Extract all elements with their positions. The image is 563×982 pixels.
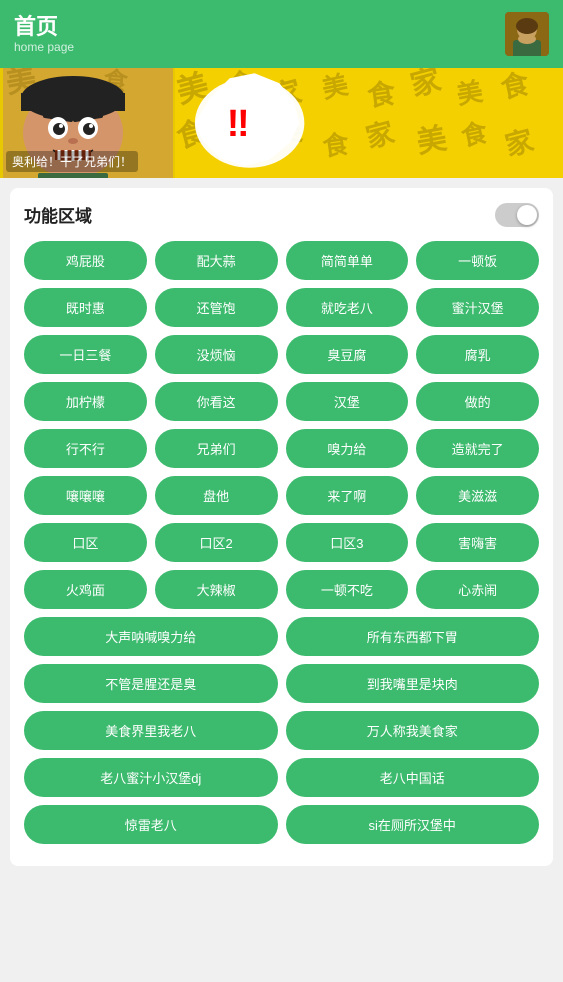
button-row-1: 鸡屁股 配大蒜 简简单单 一顿饭 xyxy=(24,241,539,280)
btn-peidasuan[interactable]: 配大蒜 xyxy=(155,241,278,280)
btn-yidun[interactable]: 一顿不吃 xyxy=(286,570,409,609)
button-row-3: 一日三餐 没烦恼 臭豆腐 腐乳 xyxy=(24,335,539,374)
page-title: 首页 xyxy=(14,14,74,40)
btn-jishihui[interactable]: 既时惠 xyxy=(24,288,147,327)
avatar[interactable] xyxy=(505,12,549,56)
banner-caption: 奥利给！干了兄弟们！ xyxy=(6,151,138,172)
btn-jianjian[interactable]: 简简单单 xyxy=(286,241,409,280)
btn-meishi[interactable]: 美食界里我老八 xyxy=(24,711,278,750)
page-subtitle: home page xyxy=(14,40,74,54)
btn-jipugu[interactable]: 鸡屁股 xyxy=(24,241,147,280)
button-row-7: 口区 口区2 口区3 害嗨害 xyxy=(24,523,539,562)
btn-panta[interactable]: 盘他 xyxy=(155,476,278,515)
btn-jiuchilaoba[interactable]: 就吃老八 xyxy=(286,288,409,327)
btn-kouqu2[interactable]: 口区2 xyxy=(155,523,278,562)
btn-wanren[interactable]: 万人称我美食家 xyxy=(286,711,540,750)
button-row-8: 火鸡面 大辣椒 一顿不吃 心赤闹 xyxy=(24,570,539,609)
button-wide-row-4: 老八蜜汁小汉堡dj 老八中国话 xyxy=(24,758,539,797)
banner-right: 美 食 家 美 食 家 美 食 食 家 美 食 家 美 食 家 ‼ xyxy=(175,68,563,178)
btn-dalajiao[interactable]: 大辣椒 xyxy=(155,570,278,609)
feature-toggle[interactable] xyxy=(495,203,539,227)
btn-hanbao[interactable]: 汉堡 xyxy=(286,382,409,421)
btn-mizhihanbao[interactable]: 蜜汁汉堡 xyxy=(416,288,539,327)
btn-zaojiu[interactable]: 造就完了 xyxy=(416,429,539,468)
btn-yidunfan[interactable]: 一顿饭 xyxy=(416,241,539,280)
main-content: 功能区域 鸡屁股 配大蒜 简简单单 一顿饭 既时惠 还管饱 就吃老八 蜜汁汉堡 … xyxy=(10,188,553,866)
btn-kouqu1[interactable]: 口区 xyxy=(24,523,147,562)
btn-huojimian[interactable]: 火鸡面 xyxy=(24,570,147,609)
btn-suoyou[interactable]: 所有东西都下胃 xyxy=(286,617,540,656)
button-row-2: 既时惠 还管饱 就吃老八 蜜汁汉堡 xyxy=(24,288,539,327)
btn-xingbuxing[interactable]: 行不行 xyxy=(24,429,147,468)
btn-haihai[interactable]: 害嗨害 xyxy=(416,523,539,562)
button-wide-row-3: 美食界里我老八 万人称我美食家 xyxy=(24,711,539,750)
btn-furu[interactable]: 腐乳 xyxy=(416,335,539,374)
btn-zuode[interactable]: 做的 xyxy=(416,382,539,421)
btn-xinchi[interactable]: 心赤闹 xyxy=(416,570,539,609)
svg-text:美: 美 xyxy=(414,121,449,160)
btn-ranrang[interactable]: 嚷嚷嚷 xyxy=(24,476,147,515)
btn-laoba-zhongguohua[interactable]: 老八中国话 xyxy=(286,758,540,797)
svg-text:美: 美 xyxy=(454,76,485,110)
btn-yirisancan[interactable]: 一日三餐 xyxy=(24,335,147,374)
btn-kouqu3[interactable]: 口区3 xyxy=(286,523,409,562)
btn-buguanxing[interactable]: 不管是腥还是臭 xyxy=(24,664,278,703)
btn-daozuili[interactable]: 到我嘴里是块肉 xyxy=(286,664,540,703)
btn-xiongdimen[interactable]: 兄弟们 xyxy=(155,429,278,468)
button-wide-row-2: 不管是腥还是臭 到我嘴里是块肉 xyxy=(24,664,539,703)
section-header: 功能区域 xyxy=(24,202,539,227)
btn-dasheng[interactable]: 大声呐喊嗅力给 xyxy=(24,617,278,656)
btn-jinglei[interactable]: 惊雷老八 xyxy=(24,805,278,844)
svg-text:食: 食 xyxy=(365,76,398,112)
button-row-5: 行不行 兄弟们 嗅力给 造就完了 xyxy=(24,429,539,468)
btn-choudoufu[interactable]: 臭豆腐 xyxy=(286,335,409,374)
btn-jianing[interactable]: 加柠檬 xyxy=(24,382,147,421)
header: 首页 home page xyxy=(0,0,563,68)
btn-meifannao[interactable]: 没烦恼 xyxy=(155,335,278,374)
btn-lailea[interactable]: 来了啊 xyxy=(286,476,409,515)
banner-image: 美 食 xyxy=(0,68,175,178)
btn-xiu[interactable]: 嗅力给 xyxy=(286,429,409,468)
svg-text:‼: ‼ xyxy=(227,103,250,145)
btn-laoba-dj[interactable]: 老八蜜汁小汉堡dj xyxy=(24,758,278,797)
banner: 美 食 xyxy=(0,68,563,178)
btn-si[interactable]: si在厕所汉堡中 xyxy=(286,805,540,844)
section-title: 功能区域 xyxy=(24,202,92,227)
btn-nikanji[interactable]: 你看这 xyxy=(155,382,278,421)
button-wide-row-5: 惊雷老八 si在厕所汉堡中 xyxy=(24,805,539,844)
btn-meizi[interactable]: 美滋滋 xyxy=(416,476,539,515)
header-title-area: 首页 home page xyxy=(14,14,74,54)
svg-text:食: 食 xyxy=(321,128,352,161)
button-row-6: 嚷嚷嚷 盘他 来了啊 美滋滋 xyxy=(24,476,539,515)
btn-hanguanbao[interactable]: 还管饱 xyxy=(155,288,278,327)
button-wide-row-1: 大声呐喊嗅力给 所有东西都下胃 xyxy=(24,617,539,656)
button-row-4: 加柠檬 你看这 汉堡 做的 xyxy=(24,382,539,421)
